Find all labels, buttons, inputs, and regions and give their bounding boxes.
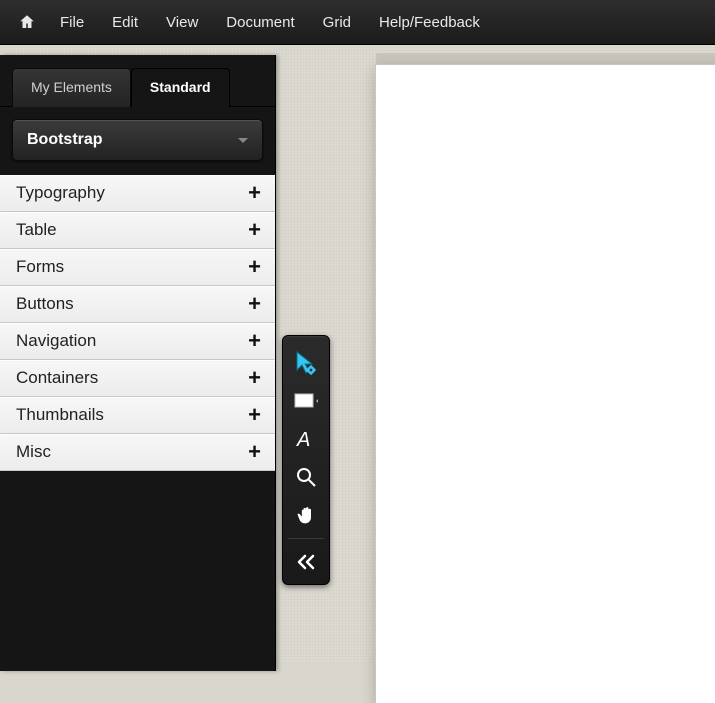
text-tool[interactable]: A xyxy=(288,420,324,458)
hand-tool[interactable] xyxy=(288,496,324,534)
category-label: Table xyxy=(16,220,57,240)
cursor-move-icon xyxy=(294,350,318,376)
menubar: File Edit View Document Grid Help/Feedba… xyxy=(0,0,715,45)
home-icon xyxy=(18,13,36,31)
hand-icon xyxy=(296,505,316,525)
elements-tab-body: Bootstrap xyxy=(0,106,275,173)
category-forms[interactable]: Forms + xyxy=(0,249,275,286)
collapse-palette-button[interactable] xyxy=(288,538,324,580)
category-accordion: Typography + Table + Forms + Buttons + N… xyxy=(0,175,275,471)
menu-document[interactable]: Document xyxy=(214,8,306,37)
menu-help[interactable]: Help/Feedback xyxy=(367,8,492,37)
elements-panel: My Elements Standard Bootstrap Typograph… xyxy=(0,55,276,671)
framework-dropdown[interactable]: Bootstrap xyxy=(12,119,263,161)
category-buttons[interactable]: Buttons + xyxy=(0,286,275,323)
tool-palette: A xyxy=(282,335,330,585)
plus-icon: + xyxy=(248,365,261,391)
menu-file[interactable]: File xyxy=(48,8,96,37)
plus-icon: + xyxy=(248,291,261,317)
canvas-ruler-band xyxy=(376,53,715,65)
canvas-area[interactable] xyxy=(376,65,715,703)
plus-icon: + xyxy=(248,439,261,465)
category-table[interactable]: Table + xyxy=(0,212,275,249)
category-label: Thumbnails xyxy=(16,405,104,425)
plus-icon: + xyxy=(248,180,261,206)
plus-icon: + xyxy=(248,217,261,243)
menu-grid[interactable]: Grid xyxy=(311,8,363,37)
category-misc[interactable]: Misc + xyxy=(0,434,275,471)
workspace: My Elements Standard Bootstrap Typograph… xyxy=(0,45,715,663)
chevron-double-left-icon xyxy=(296,554,316,570)
elements-tabs: My Elements Standard xyxy=(0,55,275,106)
chevron-down-icon xyxy=(238,138,248,143)
menu-edit[interactable]: Edit xyxy=(100,8,150,37)
category-thumbnails[interactable]: Thumbnails + xyxy=(0,397,275,434)
menu-view[interactable]: View xyxy=(154,8,210,37)
framework-selected-label: Bootstrap xyxy=(27,131,103,149)
text-icon: A xyxy=(295,428,317,450)
category-label: Navigation xyxy=(16,331,96,351)
move-tool[interactable] xyxy=(288,344,324,382)
category-typography[interactable]: Typography + xyxy=(0,175,275,212)
plus-icon: + xyxy=(248,328,261,354)
category-label: Typography xyxy=(16,183,105,203)
plus-icon: + xyxy=(248,254,261,280)
tab-my-elements[interactable]: My Elements xyxy=(12,68,131,107)
magnifier-icon xyxy=(296,467,316,487)
rectangle-tool[interactable] xyxy=(288,382,324,420)
category-label: Containers xyxy=(16,368,98,388)
tab-standard[interactable]: Standard xyxy=(131,68,230,107)
zoom-tool[interactable] xyxy=(288,458,324,496)
category-navigation[interactable]: Navigation + xyxy=(0,323,275,360)
category-containers[interactable]: Containers + xyxy=(0,360,275,397)
rectangle-icon xyxy=(294,391,318,411)
document-page[interactable] xyxy=(376,65,715,703)
category-label: Buttons xyxy=(16,294,74,314)
plus-icon: + xyxy=(248,402,261,428)
home-button[interactable] xyxy=(10,7,44,37)
category-label: Misc xyxy=(16,442,51,462)
svg-text:A: A xyxy=(296,429,310,450)
category-label: Forms xyxy=(16,257,64,277)
